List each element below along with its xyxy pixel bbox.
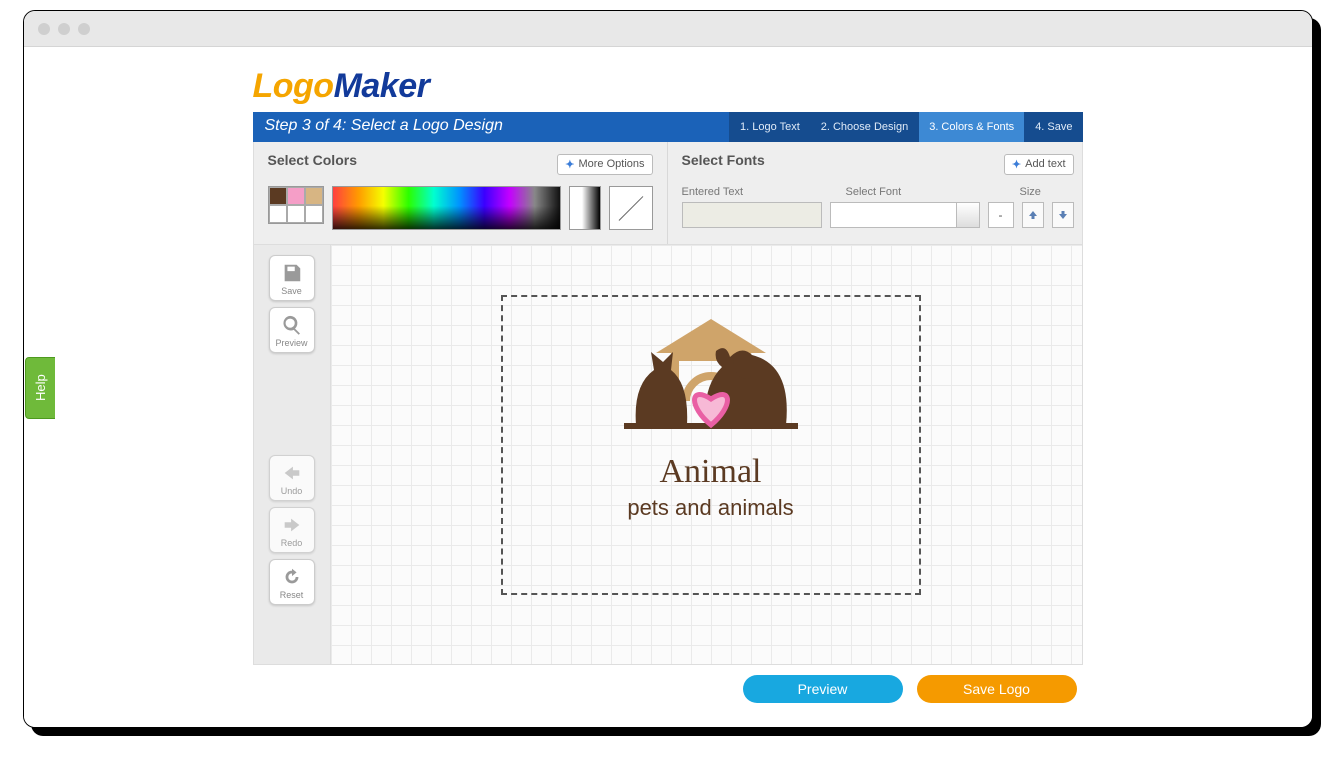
swatch[interactable] (287, 205, 305, 223)
window-dot (38, 23, 50, 35)
select-font-dropdown[interactable] (830, 202, 980, 228)
add-text-button[interactable]: ✦ Add text (1004, 154, 1074, 175)
swatch-grid[interactable] (268, 186, 324, 224)
action-bar: Preview Save Logo (253, 665, 1083, 703)
save-label: Save (281, 286, 302, 296)
save-button[interactable]: Save (269, 255, 315, 301)
arrow-left-icon (281, 462, 303, 484)
window-dot (58, 23, 70, 35)
swatch[interactable] (287, 187, 305, 205)
preview-label: Preview (275, 338, 307, 348)
brand-part2: Maker (334, 67, 430, 105)
arrow-down-icon (1057, 209, 1069, 221)
window-titlebar (24, 11, 1312, 47)
color-spectrum[interactable] (332, 186, 561, 230)
save-logo-button[interactable]: Save Logo (917, 675, 1077, 703)
arrow-up-icon (1027, 209, 1039, 221)
editor-sidebar: Save Preview Undo Redo (253, 245, 331, 665)
logo-bounding-box[interactable]: Animal pets and animals (501, 295, 921, 595)
colors-heading: Select Colors (268, 152, 357, 168)
plus-icon: ✦ (565, 158, 574, 171)
redo-label: Redo (281, 538, 303, 548)
logo-title-text[interactable]: Animal (660, 453, 762, 491)
add-text-label: Add text (1025, 158, 1065, 170)
browser-window: Help LogoMaker Step 3 of 4: Select a Log… (23, 10, 1313, 728)
select-font-label: Select Font (846, 186, 996, 198)
black-white-ramp[interactable] (569, 186, 601, 230)
plus-icon: ✦ (1012, 158, 1021, 171)
size-value: - (988, 202, 1014, 228)
swatch[interactable] (269, 205, 287, 223)
brand-part1: Logo (253, 67, 334, 105)
more-options-label: More Options (578, 158, 644, 170)
preview-button[interactable]: Preview (269, 307, 315, 353)
undo-button[interactable]: Undo (269, 455, 315, 501)
swatch[interactable] (269, 187, 287, 205)
reset-label: Reset (280, 590, 304, 600)
fonts-heading: Select Fonts (682, 152, 765, 168)
help-tab[interactable]: Help (25, 357, 55, 419)
swatch[interactable] (305, 187, 323, 205)
size-label: Size (1020, 186, 1041, 198)
undo-label: Undo (281, 486, 303, 496)
page-scroll[interactable]: LogoMaker Step 3 of 4: Select a Logo Des… (24, 47, 1312, 727)
colors-panel: Select Colors ✦ More Options (254, 142, 668, 244)
fonts-panel: Select Fonts ✦ Add text Entered Text Sel… (668, 142, 1088, 244)
preview-logo-button[interactable]: Preview (743, 675, 903, 703)
logo-tagline-text[interactable]: pets and animals (627, 495, 793, 521)
redo-button[interactable]: Redo (269, 507, 315, 553)
swatch[interactable] (305, 205, 323, 223)
size-decrease-button[interactable] (1052, 202, 1074, 228)
arrow-right-icon (281, 514, 303, 536)
more-options-button[interactable]: ✦ More Options (557, 154, 652, 175)
window-dot (78, 23, 90, 35)
entered-text-input[interactable] (682, 202, 822, 228)
save-icon (281, 262, 303, 284)
no-color-icon[interactable] (609, 186, 653, 230)
tab-logo-text[interactable]: 1. Logo Text (729, 112, 810, 142)
entered-text-label: Entered Text (682, 186, 822, 198)
step-bar: Step 3 of 4: Select a Logo Design 1. Log… (253, 112, 1083, 142)
logo-graphic[interactable] (606, 315, 816, 445)
size-increase-button[interactable] (1022, 202, 1044, 228)
tool-panels: Select Colors ✦ More Options (253, 142, 1083, 245)
reset-icon (281, 566, 303, 588)
magnifier-icon (281, 314, 303, 336)
tab-save[interactable]: 4. Save (1024, 112, 1082, 142)
step-title: Step 3 of 4: Select a Logo Design (253, 112, 730, 142)
reset-button[interactable]: Reset (269, 559, 315, 605)
canvas[interactable]: Animal pets and animals (331, 245, 1083, 665)
tab-choose-design[interactable]: 2. Choose Design (810, 112, 918, 142)
tab-colors-fonts[interactable]: 3. Colors & Fonts (918, 112, 1024, 142)
brand-logo: LogoMaker (253, 67, 1083, 106)
